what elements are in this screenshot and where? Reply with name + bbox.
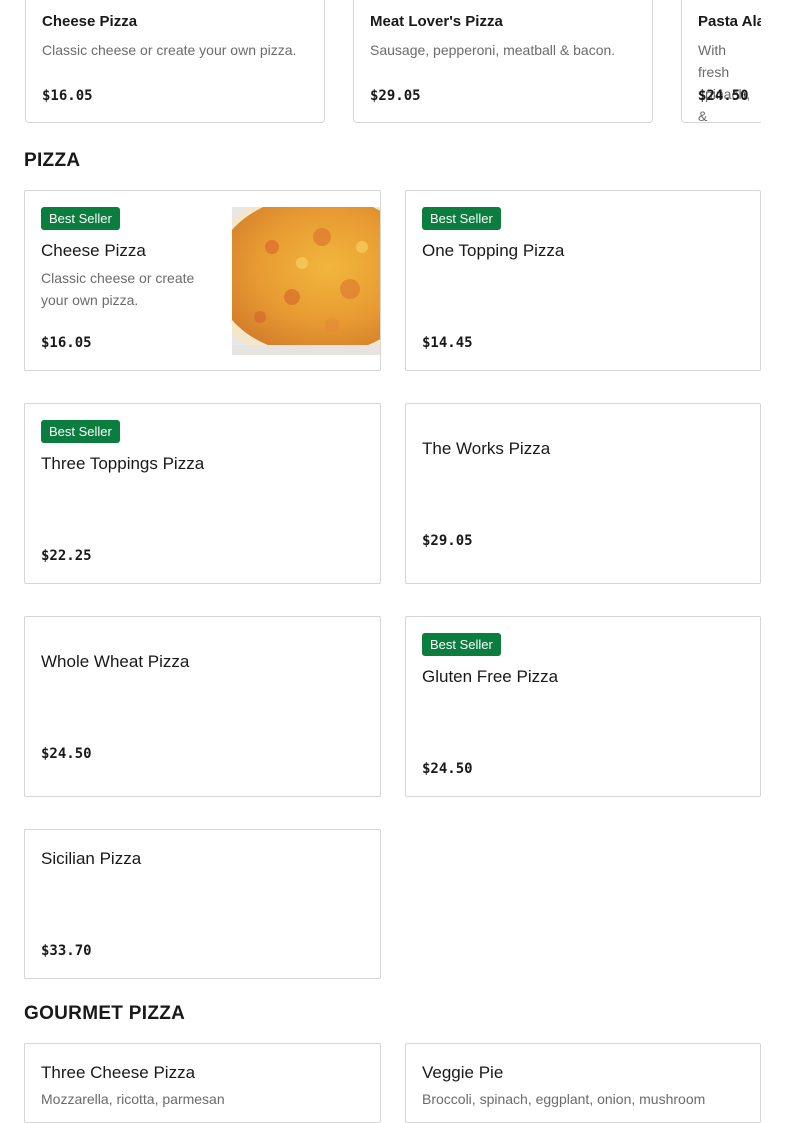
item-name: One Topping Pizza [422,241,565,260]
item-name: Three Toppings Pizza [41,454,205,473]
featured-card-meat-lovers-pizza[interactable]: Meat Lover's Pizza Sausage, pepperoni, m… [353,0,653,123]
menu-item-three-toppings-pizza[interactable]: Best Seller Three Toppings Pizza $22.25 [24,403,381,584]
item-price: $16.05 [41,335,92,351]
item-name: Sicilian Pizza [41,849,142,868]
item-name: Pasta Ala [698,13,765,30]
item-description: Classic cheese or create your own pizza. [41,270,195,308]
item-name: Veggie Pie [422,1063,504,1082]
menu-item-gluten-free-pizza[interactable]: Best Seller Gluten Free Pizza $24.50 [405,616,761,797]
cheese-pizza-image [232,207,380,355]
section-title-pizza: PIZZA [24,150,81,171]
best-seller-badge: Best Seller [41,207,120,230]
item-description: Sausage, pepperoni, meatball & bacon. [370,42,616,58]
item-price: $29.05 [422,533,473,549]
menu-item-sicilian-pizza[interactable]: Sicilian Pizza $33.70 [24,829,381,979]
section-title-gourmet-pizza: GOURMET PIZZA [24,1003,186,1024]
item-price: $14.45 [422,335,473,351]
item-name: Gluten Free Pizza [422,667,559,686]
item-price: $24.50 [698,88,749,104]
item-name: Three Cheese Pizza [41,1063,196,1082]
menu-item-the-works-pizza[interactable]: The Works Pizza $29.05 [405,403,761,584]
featured-card-cheese-pizza[interactable]: Cheese Pizza Classic cheese or create yo… [25,0,325,123]
item-name: The Works Pizza [422,439,551,458]
item-name: Cheese Pizza [42,13,138,30]
menu-item-one-topping-pizza[interactable]: Best Seller One Topping Pizza $14.45 [405,190,761,371]
item-price: $24.50 [41,746,92,762]
item-price: $33.70 [41,943,92,959]
featured-carousel: Cheese Pizza Classic cheese or create yo… [0,0,785,125]
item-description: Classic cheese or create your own pizza. [42,42,297,58]
best-seller-badge: Best Seller [41,420,120,443]
item-price: $22.25 [41,548,92,564]
item-price: $24.50 [422,761,473,777]
item-price: $29.05 [370,88,421,104]
best-seller-badge: Best Seller [422,633,501,656]
best-seller-badge: Best Seller [422,207,501,230]
menu-item-veggie-pie[interactable]: Veggie Pie Broccoli, spinach, eggplant, … [405,1043,761,1123]
item-description: Mozzarella, ricotta, parmesan [41,1091,225,1107]
item-name: Whole Wheat Pizza [41,652,190,671]
item-name: Meat Lover's Pizza [370,13,503,30]
menu-item-whole-wheat-pizza[interactable]: Whole Wheat Pizza $24.50 [24,616,381,797]
item-description: Broccoli, spinach, eggplant, onion, mush… [422,1091,706,1107]
item-price: $16.05 [42,88,93,104]
menu-item-cheese-pizza[interactable]: Best Seller Cheese Pizza Classic cheese … [24,190,381,371]
item-name: Cheese Pizza [41,241,146,260]
carousel-edge-mask [761,0,785,125]
item-description: With fresh spinach, & [698,42,751,124]
menu-item-three-cheese-pizza[interactable]: Three Cheese Pizza Mozzarella, ricotta, … [24,1043,381,1123]
